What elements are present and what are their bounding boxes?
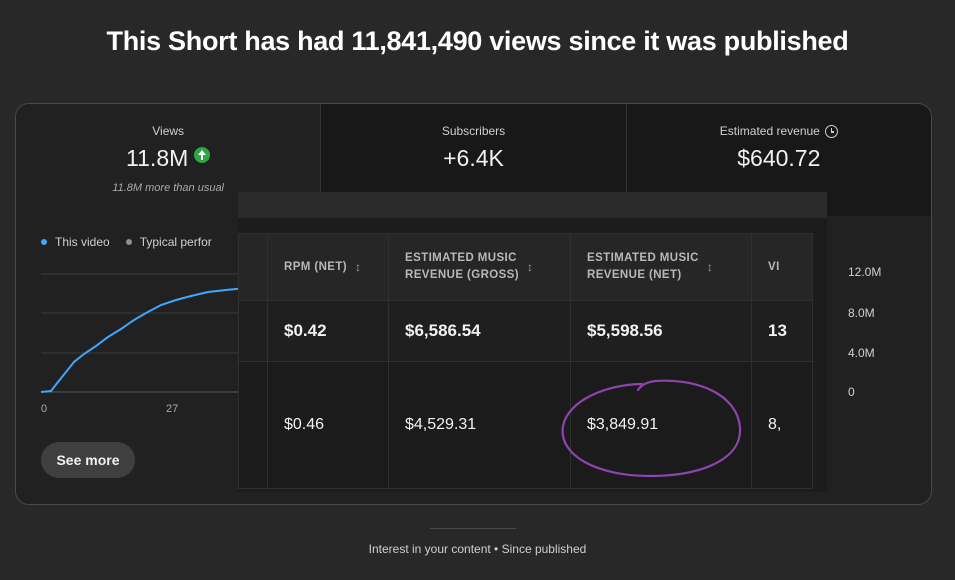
header-label: RPM (NET) [284, 260, 348, 273]
cell-rpm: $0.42 [267, 300, 389, 362]
views-value-wrap: 11.8M [16, 145, 320, 172]
row-spacer [238, 361, 268, 489]
this-video-line [40, 287, 246, 393]
views-chart [40, 273, 246, 393]
revenue-value: $640.72 [737, 145, 821, 171]
footer-divider [430, 528, 516, 529]
legend-dot-gray [125, 239, 132, 245]
header-music-gross[interactable]: ESTIMATED MUSIC REVENUE (GROSS) ↕ [388, 233, 571, 301]
chart-legend: This video Typical perfor [41, 235, 212, 249]
header-label: ESTIMATED MUSIC REVENUE (GROSS) [405, 250, 519, 284]
revenue-table: RPM (NET) ↕ ESTIMATED MUSIC REVENUE (GROSS… [238, 233, 813, 489]
cell-music-gross: $4,529.31 [388, 361, 571, 489]
views-label: Views [152, 124, 185, 138]
revenue-label: Estimated revenue [719, 124, 820, 138]
header-music-net[interactable]: ESTIMATED MUSIC REVENUE (NET) ↕ [570, 233, 752, 301]
legend-item-this-video[interactable]: This video [41, 235, 110, 249]
cell-rpm: $0.46 [267, 361, 389, 489]
header-line: REVENUE (NET) [587, 269, 682, 281]
table-toolbar [238, 192, 827, 218]
y-tick: 12.0M [848, 265, 882, 279]
row-spacer [238, 300, 268, 362]
sort-icon[interactable]: ↕ [707, 259, 713, 276]
cell-music-net: $5,598.56 [570, 300, 752, 362]
legend-item-typical[interactable]: Typical perfor [125, 235, 212, 249]
sort-icon[interactable]: ↕ [527, 259, 533, 276]
table-row: $0.42 $6,586.54 $5,598.56 13 [238, 300, 813, 362]
views-value: 11.8M [126, 145, 189, 171]
arrow-up-icon [194, 147, 211, 163]
sort-icon[interactable]: ↕ [355, 259, 361, 276]
clock-icon[interactable] [824, 125, 838, 138]
legend-label-typical: Typical perfor [139, 235, 212, 249]
revenue-table-screenshot: RPM (NET) ↕ ESTIMATED MUSIC REVENUE (GROSS… [238, 192, 827, 492]
subscribers-label: Subscribers [441, 124, 506, 138]
table-row: $0.46 $4,529.31 $3,849.91 8, [238, 361, 813, 489]
cell-views: 8, [751, 361, 813, 489]
y-tick: 8.0M [848, 306, 875, 320]
header-rpm-net[interactable]: RPM (NET) ↕ [267, 233, 389, 301]
table-header-row: RPM (NET) ↕ ESTIMATED MUSIC REVENUE (GROSS… [238, 233, 813, 301]
x-tick-27: 27 [166, 403, 179, 415]
see-more-button[interactable]: See more [41, 442, 135, 478]
header-label: VI [768, 260, 780, 273]
header-line: REVENUE (GROSS) [405, 269, 519, 281]
cell-music-gross: $6,586.54 [388, 300, 571, 362]
header-label: ESTIMATED MUSIC REVENUE (NET) [587, 250, 699, 284]
revenue-label-wrap: Estimated revenue [627, 124, 931, 138]
footer-caption: Interest in your content • Since publish… [368, 542, 587, 556]
cell-music-net: $3,849.91 [570, 361, 752, 489]
header-views-truncated[interactable]: VI [751, 233, 813, 301]
legend-dot-blue [41, 239, 47, 245]
header-line: ESTIMATED MUSIC [587, 252, 699, 264]
cell-views: 13 [751, 300, 813, 362]
legend-label-this-video: This video [55, 235, 110, 249]
header-spacer [238, 233, 268, 301]
subscribers-value: +6.4K [443, 145, 504, 171]
page-headline: This Short has had 11,841,490 views sinc… [106, 26, 849, 56]
x-tick-0: 0 [41, 403, 48, 415]
y-tick: 0 [848, 385, 855, 399]
y-tick: 4.0M [848, 346, 875, 360]
header-line: ESTIMATED MUSIC [405, 252, 517, 264]
